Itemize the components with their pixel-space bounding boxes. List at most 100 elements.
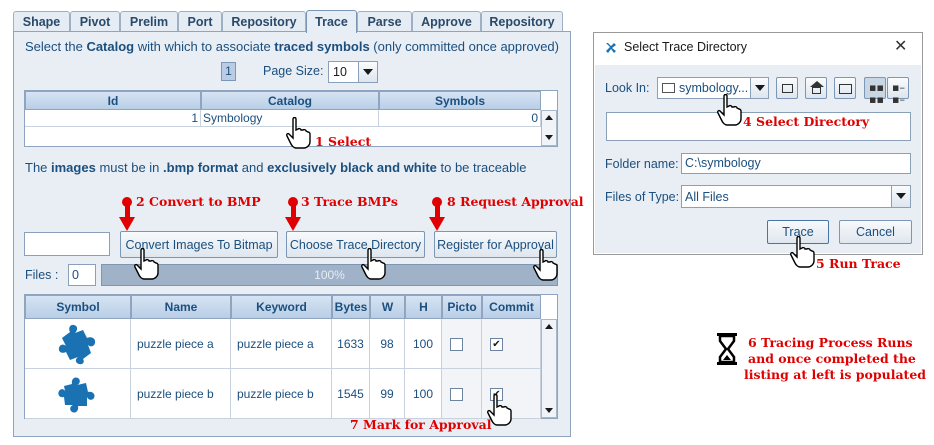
chevron-down-icon[interactable] [358,62,377,82]
tab-repository[interactable]: Repository [222,11,306,32]
col-bytes[interactable]: Bytes [332,295,370,319]
cell-bytes: 1633 [332,319,370,369]
scroll-down-icon[interactable] [545,408,553,413]
annotation-3: 3 Trace BMPs [301,194,398,209]
tab-prelim[interactable]: Prelim [120,11,178,32]
col-symbol[interactable]: Symbol [25,295,131,319]
col-w[interactable]: W [370,295,405,319]
page-number[interactable]: 1 [221,62,236,81]
arrow-down-icon [119,217,135,231]
symbol-cell [25,319,131,369]
up-folder-icon[interactable] [776,77,798,99]
picto-checkbox[interactable] [450,388,463,401]
annotation-2: 2 Convert to BMP [136,194,261,209]
hand-cursor-icon [717,94,742,126]
chevron-down-icon[interactable] [750,78,768,98]
puzzle-piece-icon [58,324,95,364]
cancel-button[interactable]: Cancel [839,220,912,244]
files-of-type-select[interactable]: All Files [681,185,911,208]
tab-parse[interactable]: Parse [357,11,412,32]
folder-name-label: Folder name: [605,157,679,171]
files-of-type-value: All Files [685,190,729,204]
hand-cursor-icon [790,236,815,268]
cell-id: 1 [25,110,201,127]
puzzle-piece-icon [57,376,95,413]
cell-h: 100 [405,369,442,419]
arrow-down-icon [429,217,445,231]
catalog-instruction: Select the Catalog with which to associa… [25,39,559,54]
annotation-6-line1: 6 Tracing Process Runs [748,335,913,350]
cell-w: 99 [370,369,405,419]
annotation-8: 8 Request Approval [447,194,584,209]
hand-cursor-icon [361,248,386,280]
arrow-down-icon [285,217,301,231]
dialog-title: Select Trace Directory [624,40,747,54]
picto-checkbox[interactable] [450,338,463,351]
list-view-icon[interactable]: ▪▪ ▪▪ [864,77,886,106]
col-keyword[interactable]: Keyword [231,295,332,319]
col-symbols[interactable]: Symbols [379,91,541,110]
col-catalog[interactable]: Catalog [201,91,379,110]
cell-keyword: puzzle piece a [231,319,332,369]
cell-name: puzzle piece a [131,319,231,369]
scroll-up-icon[interactable] [545,115,553,120]
folder-name-input[interactable]: C:\symbology [681,153,911,174]
home-icon[interactable] [805,77,827,99]
tab-approve[interactable]: Approve [412,11,481,32]
new-folder-icon[interactable] [834,77,856,99]
folder-icon [662,83,675,93]
files-count: 0 [68,264,96,286]
tab-port[interactable]: Port [178,11,222,32]
path-input[interactable] [24,232,110,256]
tab-pivot[interactable]: Pivot [70,11,120,32]
tab-trace[interactable]: Trace [306,10,357,33]
col-commit[interactable]: Commit [482,295,541,319]
annotation-6-line2: and once completed the [748,351,916,366]
app-icon [604,41,618,55]
choose-trace-directory-button[interactable]: Choose Trace Directory [286,231,425,258]
cell-h: 100 [405,319,442,369]
symbol-cell [25,369,131,419]
arrow-shaft [125,204,130,218]
progress-text: 100% [314,268,345,282]
scroll-up-icon[interactable] [545,324,553,329]
cell-symbols: 0 [379,110,541,127]
look-in-label: Look In: [605,81,650,95]
arrow-shaft [291,204,296,218]
progress-bar: 100% [101,264,558,286]
cell-w: 98 [370,319,405,369]
commit-checkbox[interactable]: ✔ [490,338,503,351]
cell-keyword: puzzle piece b [231,369,332,419]
hand-cursor-icon [286,117,311,149]
annotation-1: 1 Select [315,134,372,149]
cell-bytes: 1545 [332,369,370,419]
look-in-value: symbology... [679,81,749,95]
arrow-shaft [435,204,440,218]
page-size-label: Page Size: [263,64,324,78]
col-name[interactable]: Name [131,295,231,319]
hourglass-icon [717,333,737,365]
hand-cursor-icon [533,249,558,281]
cell-name: puzzle piece b [131,369,231,419]
tab-shape[interactable]: Shape [13,11,70,32]
scroll-down-icon[interactable] [545,135,553,140]
close-icon[interactable]: ✕ [894,36,907,55]
chevron-down-icon[interactable] [891,186,910,207]
images-note: The images must be in .bmp format and ex… [25,160,527,175]
look-in-select[interactable]: symbology... [657,77,769,99]
annotation-5: 5 Run Trace [816,256,901,271]
annotation-7: 7 Mark for Approval [350,417,492,432]
catalog-scrollbar[interactable] [541,110,557,146]
col-id[interactable]: Id [25,91,201,110]
page-size-select[interactable]: 10 [328,61,378,83]
col-h[interactable]: H [405,295,442,319]
annotation-4: 4 Select Directory [743,114,870,129]
files-label: Files : [25,268,59,282]
col-picto[interactable]: Picto [442,295,482,319]
hand-cursor-icon [134,248,159,280]
files-of-type-label: Files of Type: [605,190,680,204]
tab-repository-2[interactable]: Repository [481,11,563,32]
details-view-icon[interactable]: ▪– ▪– [887,77,909,106]
symbol-scrollbar[interactable] [541,319,557,418]
page-size-value: 10 [333,65,347,79]
